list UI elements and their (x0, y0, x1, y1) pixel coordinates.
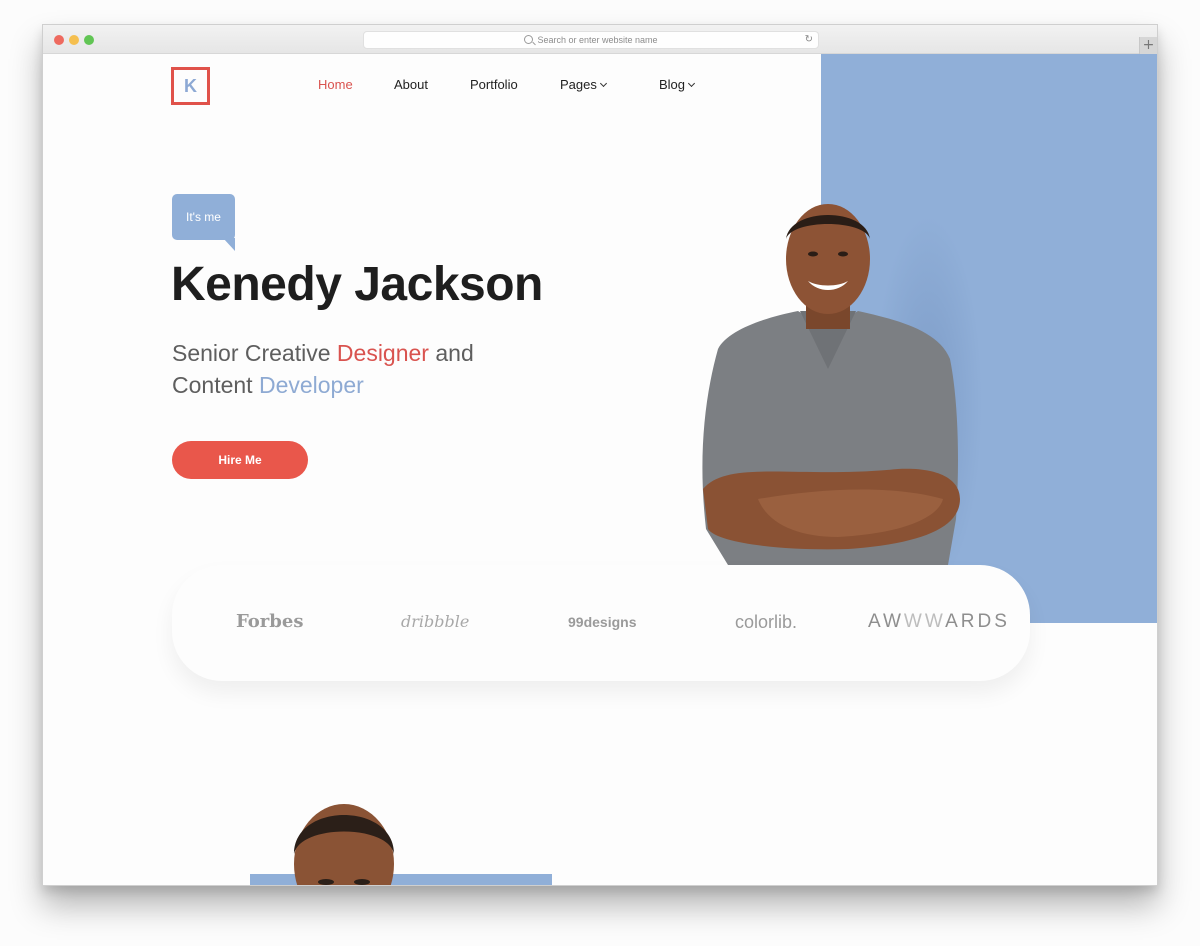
chevron-down-icon (687, 79, 696, 88)
nav-blog[interactable]: Blog (659, 77, 696, 92)
logo-letter: K (184, 75, 197, 96)
nav-pages[interactable]: Pages (560, 77, 607, 92)
site-logo[interactable]: K (171, 67, 210, 105)
brands-strip: Forbes dribbble 99designs colorlib. AWWW… (172, 565, 1030, 681)
hire-me-button[interactable]: Hire Me (172, 441, 308, 479)
web-page: K Home About Portfolio Pages Blog It's m… (43, 54, 1157, 885)
brand-99designs-logo: 99designs (568, 614, 637, 630)
awwwards-part: AW (868, 611, 904, 632)
hero-name: Kenedy Jackson (171, 258, 543, 311)
nav-about[interactable]: About (394, 77, 428, 92)
chevron-down-icon (599, 79, 607, 88)
awwwards-part: WW (903, 611, 946, 632)
brand-forbes-logo: Forbes (236, 611, 304, 632)
intro-bubble-text: It's me (186, 210, 221, 224)
search-icon (524, 34, 534, 44)
address-bar-placeholder: Search or enter website name (537, 35, 658, 45)
browser-titlebar: Search or enter website name ↻ + (43, 25, 1157, 54)
tagline-highlight-designer: Designer (336, 340, 429, 366)
tagline-text: Senior Creative (172, 340, 337, 366)
new-tab-button[interactable]: + (1139, 37, 1157, 54)
address-bar[interactable]: Search or enter website name ↻ (363, 31, 819, 49)
nav-home-label: Home (318, 77, 353, 92)
awwwards-part: ARDS (945, 611, 1010, 632)
bubble-tail (223, 238, 235, 251)
hero-portrait (702, 204, 960, 565)
hero-tagline: Senior Creative Designer and Content Dev… (172, 337, 512, 401)
brand-dribbble-logo: dribbble (401, 612, 470, 631)
intro-bubble: It's me (172, 194, 235, 240)
nav-portfolio-label: Portfolio (470, 77, 518, 92)
brand-colorlib-logo: colorlib. (735, 612, 798, 632)
tagline-text: and (428, 340, 474, 366)
nav-home[interactable]: Home (318, 77, 353, 92)
minimize-window-button[interactable] (69, 35, 79, 45)
brand-awwwards-logo: AWWWARDS (868, 611, 1010, 633)
tagline-text: Content (172, 372, 259, 398)
nav-blog-label: Blog (659, 77, 686, 92)
browser-window: Search or enter website name ↻ + K Home … (42, 24, 1158, 886)
nav-pages-label: Pages (560, 77, 597, 92)
close-window-button[interactable] (54, 35, 64, 45)
nav-about-label: About (394, 77, 428, 92)
maximize-window-button[interactable] (84, 35, 94, 45)
nav-portfolio[interactable]: Portfolio (470, 77, 518, 92)
reload-icon[interactable]: ↻ (805, 34, 813, 45)
about-portrait (294, 804, 394, 885)
tagline-highlight-developer: Developer (258, 372, 364, 398)
